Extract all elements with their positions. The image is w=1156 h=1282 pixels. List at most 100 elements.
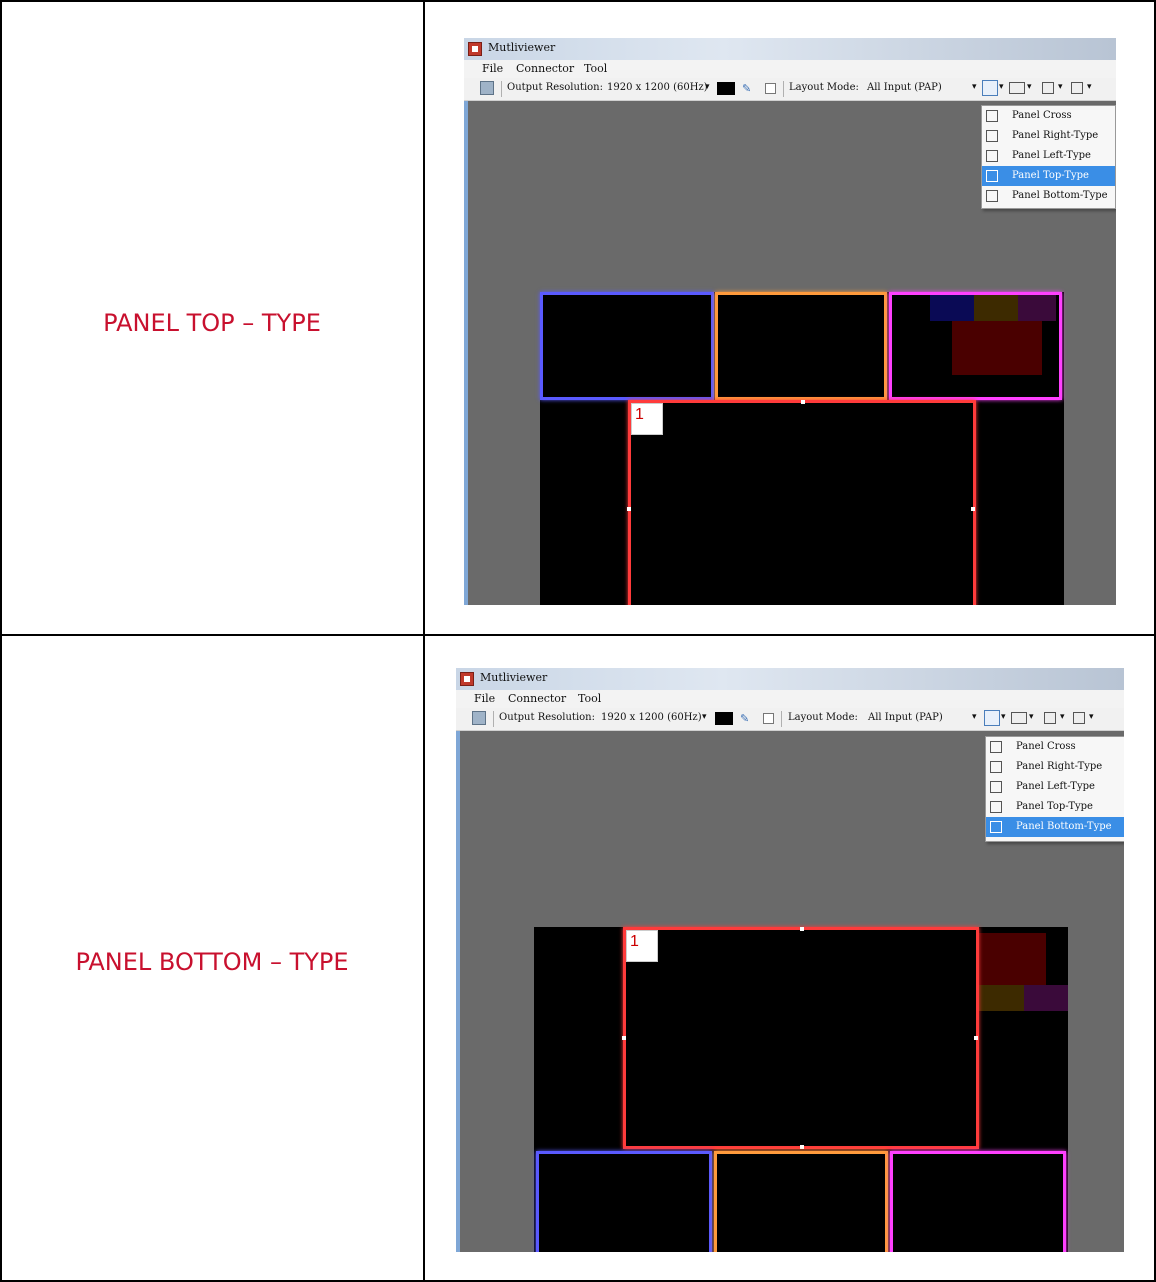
toolbar-separator	[783, 81, 784, 97]
chevron-down-icon[interactable]: ▾	[1087, 82, 1092, 92]
resize-handle[interactable]	[974, 1036, 978, 1040]
window-titlebar: Mutliviewer	[456, 668, 1124, 690]
dropdown-item-label: Panel Right-Type	[1012, 130, 1099, 141]
sub-panel-pink[interactable]	[890, 1151, 1066, 1252]
chevron-down-icon[interactable]: ▾	[1001, 712, 1006, 722]
toolbar-separator	[781, 711, 782, 727]
dropdown-item-label: Panel Bottom-Type	[1012, 190, 1108, 201]
sub-panel-orange[interactable]	[715, 292, 887, 400]
color-swatch-purple	[1018, 295, 1056, 321]
chevron-down-icon[interactable]: ▾	[1029, 712, 1034, 722]
output-resolution-select[interactable]: 1920 x 1200 (60Hz)	[601, 712, 702, 723]
window-titlebar: Mutliviewer	[464, 38, 1116, 60]
sub-panel-orange[interactable]	[714, 1151, 888, 1252]
resize-handle[interactable]	[971, 507, 975, 511]
chevron-down-icon[interactable]: ▾	[999, 82, 1004, 92]
panel-right-type-icon	[990, 761, 1002, 773]
dropdown-item-panel-cross[interactable]: Panel Cross	[986, 737, 1124, 757]
dropdown-item-label: Panel Left-Type	[1012, 150, 1091, 161]
dropdown-item-label: Panel Top-Type	[1016, 801, 1093, 812]
toolbar-checkbox[interactable]	[763, 713, 774, 724]
dropdown-item-panel-bottom-type[interactable]: Panel Bottom-Type	[982, 186, 1115, 206]
menu-bar: File Connector Tool	[464, 60, 1116, 78]
panel-bottom-type-icon	[986, 190, 998, 202]
column-layout-icon[interactable]	[1044, 712, 1056, 724]
output-resolution-label: Output Resolution:	[507, 82, 603, 93]
dropdown-item-panel-top-type[interactable]: Panel Top-Type	[986, 797, 1124, 817]
dropdown-item-panel-right-type[interactable]: Panel Right-Type	[986, 757, 1124, 777]
layout-mode-select[interactable]: All Input (PAP)	[868, 712, 943, 723]
chevron-down-icon[interactable]: ▾	[702, 712, 707, 722]
chevron-down-icon[interactable]: ▾	[1089, 712, 1094, 722]
chevron-down-icon[interactable]: ▾	[705, 82, 710, 92]
column-layout-icon[interactable]	[1042, 82, 1054, 94]
panel-layout-icon[interactable]	[982, 80, 998, 96]
table-border-left	[0, 0, 2, 1282]
chevron-down-icon[interactable]: ▾	[1027, 82, 1032, 92]
app-icon	[468, 42, 482, 56]
dropdown-item-panel-cross[interactable]: Panel Cross	[982, 106, 1115, 126]
window-title: Mutliviewer	[488, 41, 556, 54]
main-panel[interactable]: 1	[627, 400, 976, 605]
audio-icon[interactable]	[1073, 712, 1085, 724]
layout-mode-select[interactable]: All Input (PAP)	[867, 82, 942, 93]
menu-tool[interactable]: Tool	[584, 62, 607, 75]
dropdown-item-panel-right-type[interactable]: Panel Right-Type	[982, 126, 1115, 146]
menu-bar: File Connector Tool	[456, 690, 1124, 708]
resize-handle[interactable]	[622, 1036, 626, 1040]
resize-handle[interactable]	[800, 927, 804, 931]
monitor-icon[interactable]	[480, 81, 494, 95]
dropdown-item-label: Panel Left-Type	[1016, 781, 1095, 792]
audio-icon[interactable]	[1071, 82, 1083, 94]
multiviewer-window-top-type: Mutliviewer File Connector Tool Output R…	[464, 38, 1116, 605]
chevron-down-icon[interactable]: ▾	[1060, 712, 1065, 722]
dropdown-item-label: Panel Right-Type	[1016, 761, 1103, 772]
main-panel-number-text: 1	[635, 406, 644, 423]
panel-layout-icon[interactable]	[984, 710, 1000, 726]
dropdown-item-panel-left-type[interactable]: Panel Left-Type	[982, 146, 1115, 166]
resize-handle[interactable]	[801, 400, 805, 404]
main-panel[interactable]: 1	[622, 927, 979, 1149]
sub-panel-blue[interactable]	[536, 1151, 712, 1252]
resize-handle[interactable]	[627, 507, 631, 511]
monitor-icon[interactable]	[472, 711, 486, 725]
panel-bottom-type-icon	[990, 821, 1002, 833]
sub-panel-blue[interactable]	[540, 292, 714, 400]
layout-canvas: 1	[540, 292, 1064, 605]
chevron-down-icon[interactable]: ▾	[972, 712, 977, 722]
toolbar: Output Resolution: 1920 x 1200 (60Hz) ▾ …	[456, 708, 1124, 731]
panel-top-type-icon	[986, 170, 998, 182]
output-resolution-label: Output Resolution:	[499, 712, 595, 723]
menu-tool[interactable]: Tool	[578, 692, 601, 705]
dropdown-item-label: Panel Top-Type	[1012, 170, 1089, 181]
dropdown-item-label: Panel Bottom-Type	[1016, 821, 1112, 832]
dropdown-item-label: Panel Cross	[1012, 110, 1072, 121]
toolbar-checkbox[interactable]	[765, 83, 776, 94]
background-color-picker[interactable]	[717, 82, 735, 95]
color-swatch-blue	[930, 295, 974, 321]
menu-file[interactable]: File	[482, 62, 503, 75]
paint-bucket-icon[interactable]: ✎	[740, 712, 749, 725]
dropdown-item-panel-bottom-type[interactable]: Panel Bottom-Type	[986, 817, 1124, 837]
table-border-top	[0, 0, 1156, 2]
menu-connector[interactable]: Connector	[516, 62, 574, 75]
window-left-frame	[456, 730, 460, 1252]
toolbar: Output Resolution: 1920 x 1200 (60Hz) ▾ …	[464, 78, 1116, 101]
menu-connector[interactable]: Connector	[508, 692, 566, 705]
background-color-picker[interactable]	[715, 712, 733, 725]
row-label-panel-top-type: PANEL TOP – TYPE	[103, 309, 321, 337]
dropdown-item-panel-left-type[interactable]: Panel Left-Type	[986, 777, 1124, 797]
resize-handle[interactable]	[800, 1145, 804, 1149]
paint-bucket-icon[interactable]: ✎	[742, 82, 751, 95]
chevron-down-icon[interactable]: ▾	[1058, 82, 1063, 92]
layout-icon[interactable]	[1011, 712, 1027, 724]
chevron-down-icon[interactable]: ▾	[972, 82, 977, 92]
panel-left-type-icon	[990, 781, 1002, 793]
main-panel-number: 1	[631, 403, 663, 435]
output-resolution-select[interactable]: 1920 x 1200 (60Hz)	[607, 82, 708, 93]
menu-file[interactable]: File	[474, 692, 495, 705]
sub-panel-pink[interactable]	[889, 292, 1062, 400]
toolbar-separator	[493, 711, 494, 727]
dropdown-item-panel-top-type[interactable]: Panel Top-Type	[982, 166, 1115, 186]
layout-icon[interactable]	[1009, 82, 1025, 94]
